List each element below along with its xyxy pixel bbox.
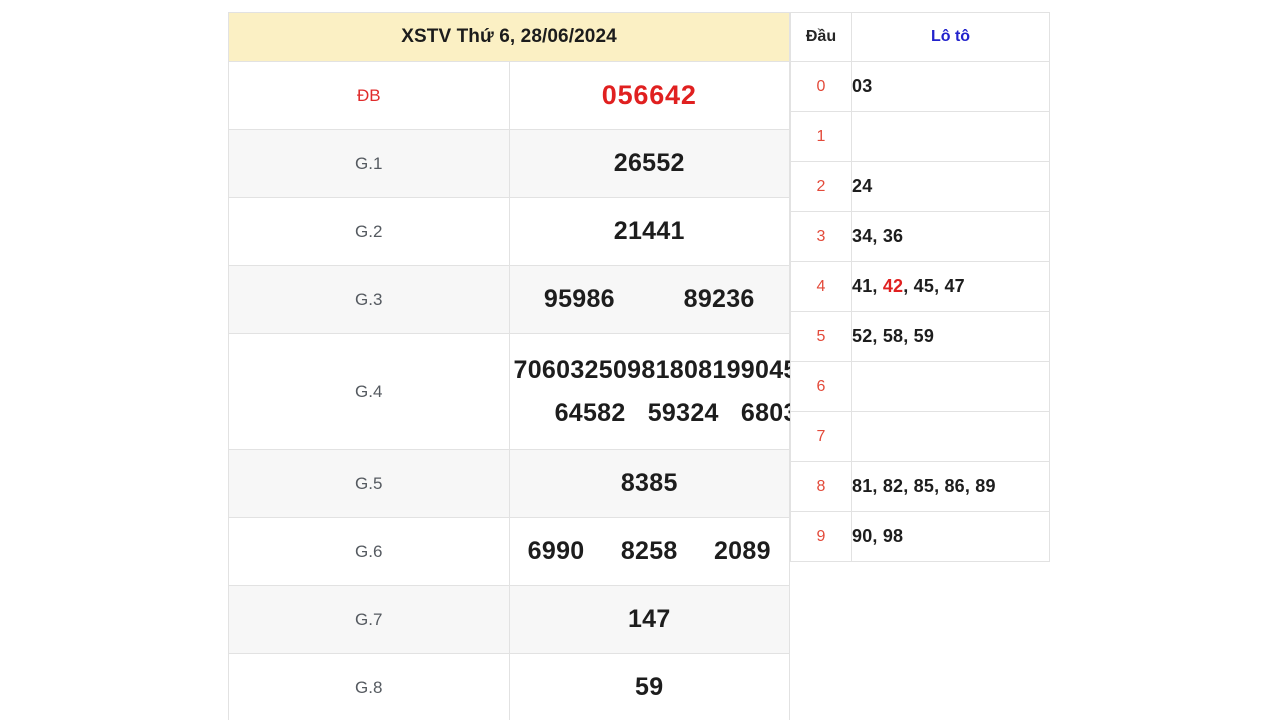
- number-row: 6990 8258 2089: [510, 537, 790, 566]
- table-row-g2: G.2 21441: [228, 197, 790, 266]
- table-row-g6: G.6 6990 8258 2089: [228, 517, 790, 586]
- loto-dau-digit: 7: [790, 411, 852, 462]
- loto-row: 5 52, 58, 59: [790, 311, 1050, 362]
- prize-label-g3: G.3: [228, 265, 510, 334]
- prize-number: 147: [627, 605, 671, 633]
- loto-row: 0 03: [790, 61, 1050, 112]
- prize-number: 26552: [613, 149, 685, 177]
- prize-number: 95986: [543, 285, 615, 313]
- loto-row: 9 90, 98: [790, 511, 1050, 562]
- loto-values: [851, 411, 1050, 462]
- loto-dau-digit: 5: [790, 311, 852, 362]
- prize-values-g6: 6990 8258 2089: [508, 517, 790, 586]
- number-row: 70603 25098 18081 99045: [510, 356, 798, 385]
- loto-summary-table: Đầu Lô tô 0 03 1 2 24 3 34, 36 4 41, 42, 45, 47 5…: [790, 12, 1050, 562]
- table-row-g4: G.4 70603 25098 18081 99045 64582 59324 …: [228, 333, 812, 450]
- prize-number: 59: [635, 673, 664, 701]
- loto-values: 52, 58, 59: [851, 311, 1050, 362]
- prize-number: 056642: [601, 80, 697, 110]
- prize-values-g7: 147: [508, 585, 790, 654]
- number-row: 147: [510, 605, 790, 634]
- table-row-g7: G.7 147: [228, 585, 790, 654]
- number-row: 056642: [510, 80, 790, 111]
- loto-header-loto: Lô tô: [851, 12, 1050, 62]
- prize-label-g2: G.2: [228, 197, 510, 266]
- prize-values-g8: 59: [508, 653, 790, 720]
- prize-number: 99045: [726, 355, 798, 384]
- loto-row: 2 24: [790, 161, 1050, 212]
- prize-number: 8258: [620, 537, 678, 565]
- number-row: 26552: [510, 149, 790, 178]
- prize-values-g1: 26552: [508, 129, 790, 198]
- prize-values-g3: 95986 89236: [508, 265, 790, 334]
- page-title: XSTV Thứ 6, 28/06/2024: [228, 12, 790, 62]
- number-row: 59: [510, 673, 790, 702]
- number-row: 8385: [510, 469, 790, 498]
- prize-number: 89236: [683, 285, 755, 313]
- prize-label-g4: G.4: [228, 333, 510, 450]
- loto-values: [851, 111, 1050, 162]
- loto-row: 7: [790, 411, 1050, 462]
- loto-row: 4 41, 42, 45, 47: [790, 261, 1050, 312]
- loto-values: 03: [851, 61, 1050, 112]
- prize-number: 70603: [513, 355, 585, 384]
- loto-row: 6: [790, 361, 1050, 412]
- loto-values: [851, 361, 1050, 412]
- prize-label-db: ĐB: [228, 61, 510, 130]
- loto-dau-digit: 1: [790, 111, 852, 162]
- loto-dau-digit: 2: [790, 161, 852, 212]
- prize-number: 18081: [655, 355, 727, 384]
- number-row: 95986 89236: [510, 285, 790, 314]
- loto-header-dau: Đầu: [790, 12, 852, 62]
- loto-dau-digit: 6: [790, 361, 852, 412]
- loto-values: 41, 42, 45, 47: [851, 261, 1050, 312]
- prize-values-g2: 21441: [508, 197, 790, 266]
- loto-values: 34, 36: [851, 211, 1050, 262]
- loto-value-plain: 41,: [852, 276, 883, 296]
- table-row-g5: G.5 8385: [228, 449, 790, 518]
- prize-number: 6990: [527, 537, 585, 565]
- loto-row: 3 34, 36: [790, 211, 1050, 262]
- loto-dau-digit: 8: [790, 461, 852, 512]
- table-row-db: ĐB 056642: [228, 61, 790, 130]
- loto-body: 0 03 1 2 24 3 34, 36 4 41, 42, 45, 47 5 52, 58, 59…: [790, 61, 1050, 562]
- prize-number: 25098: [584, 355, 656, 384]
- loto-values: 24: [851, 161, 1050, 212]
- table-row-g3: G.3 95986 89236: [228, 265, 790, 334]
- loto-row: 8 81, 82, 85, 86, 89: [790, 461, 1050, 512]
- prize-values-g4: 70603 25098 18081 99045 64582 59324 6803…: [508, 333, 812, 450]
- prize-values-g5: 8385: [508, 449, 790, 518]
- number-stack: 70603 25098 18081 99045 64582 59324 6803…: [510, 356, 812, 428]
- prize-label-g8: G.8: [228, 653, 510, 720]
- prize-number: 59324: [647, 398, 719, 427]
- loto-header-row: Đầu Lô tô: [790, 12, 1050, 62]
- loto-row: 1: [790, 111, 1050, 162]
- loto-value-highlight: 42: [882, 276, 904, 296]
- results-page: XSTV Thứ 6, 28/06/2024 ĐB 056642 G.1 265…: [0, 0, 1280, 720]
- table-header-row: XSTV Thứ 6, 28/06/2024: [228, 12, 790, 62]
- loto-dau-digit: 4: [790, 261, 852, 312]
- table-row-g1: G.1 26552: [228, 129, 790, 198]
- loto-value-plain: , 45, 47: [903, 276, 965, 296]
- prize-number: 8385: [620, 469, 678, 497]
- prize-number: 21441: [613, 217, 685, 245]
- prize-values-db: 056642: [508, 61, 790, 130]
- prize-label-g5: G.5: [228, 449, 510, 518]
- loto-dau-digit: 9: [790, 511, 852, 562]
- prize-number: 2089: [713, 537, 771, 565]
- loto-values: 90, 98: [851, 511, 1050, 562]
- loto-dau-digit: 0: [790, 61, 852, 112]
- prize-number: 64582: [554, 398, 626, 427]
- loto-values: 81, 82, 85, 86, 89: [851, 461, 1050, 512]
- prize-label-g6: G.6: [228, 517, 510, 586]
- prize-label-g7: G.7: [228, 585, 510, 654]
- table-row-g8: G.8 59: [228, 653, 790, 720]
- prize-label-g1: G.1: [228, 129, 510, 198]
- prize-results-table: XSTV Thứ 6, 28/06/2024 ĐB 056642 G.1 265…: [228, 12, 812, 720]
- loto-dau-digit: 3: [790, 211, 852, 262]
- number-row: 21441: [510, 217, 790, 246]
